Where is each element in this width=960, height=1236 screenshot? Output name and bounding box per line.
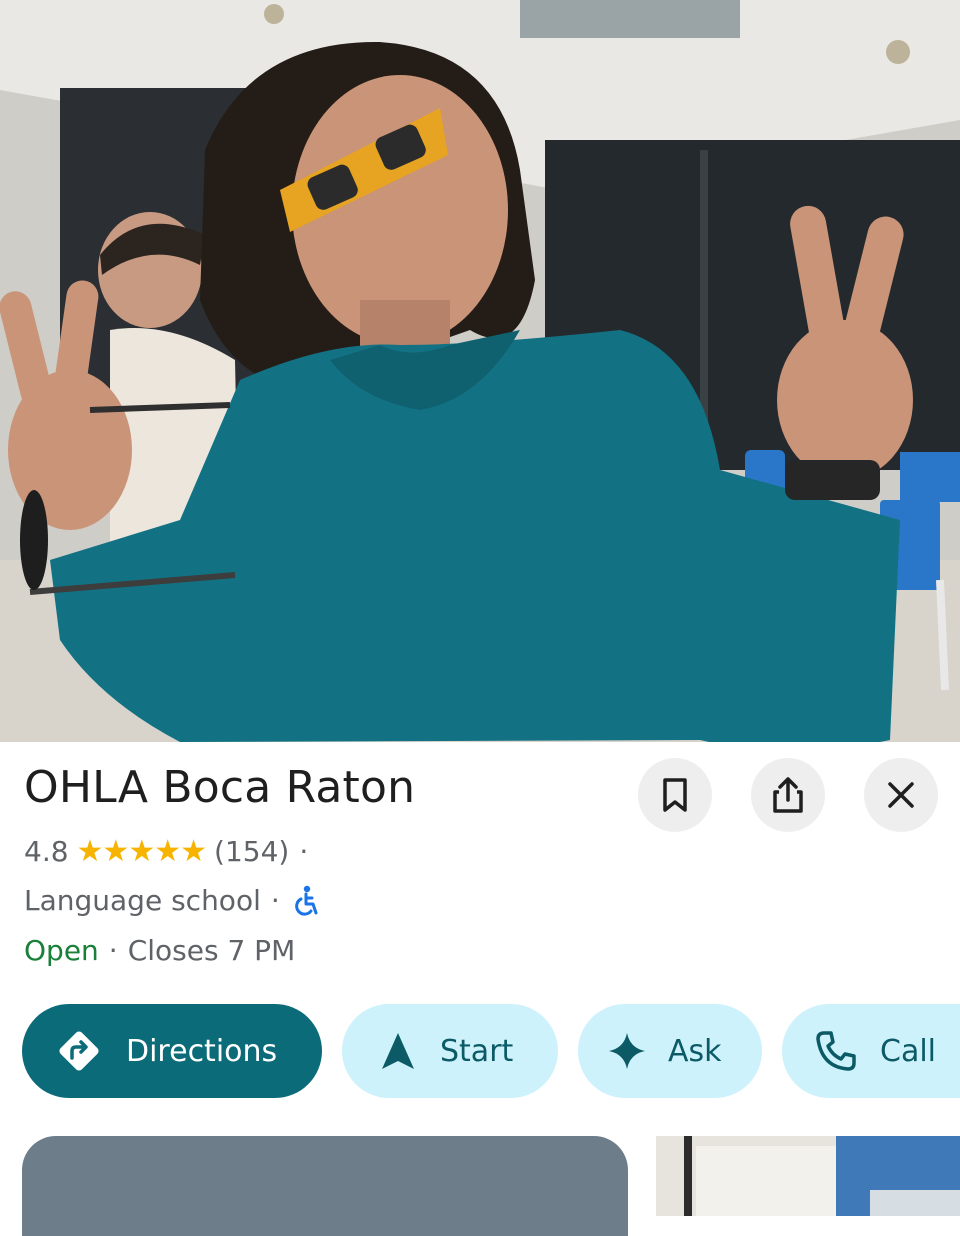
rating-value: 4.8 (24, 835, 69, 868)
open-status: Open (24, 934, 99, 967)
category-row: Language school · (24, 884, 320, 917)
rating-row[interactable]: 4.8 ★★★★★ (154) · (24, 834, 318, 869)
place-details-sheet: OHLA Boca Raton 4.8 ★★★★★ (154) · Langua… (0, 742, 960, 1236)
closing-time: Closes 7 PM (127, 934, 296, 967)
hours-row[interactable]: Open · Closes 7 PM (24, 934, 295, 967)
place-category: Language school (24, 884, 261, 917)
call-button[interactable]: Call (782, 1004, 960, 1098)
review-count: (154) (214, 835, 290, 868)
sparkle-icon (608, 1032, 646, 1070)
start-label: Start (440, 1033, 514, 1069)
category-separator: · (270, 884, 280, 917)
place-photo[interactable] (0, 0, 960, 742)
photo-thumbnail[interactable] (22, 1136, 628, 1236)
photo-thumbnail[interactable] (656, 1136, 960, 1216)
directions-label: Directions (126, 1033, 278, 1069)
hours-separator: · (108, 934, 118, 967)
phone-icon (814, 1029, 858, 1073)
share-icon (773, 777, 803, 813)
directions-button[interactable]: Directions (22, 1004, 322, 1098)
close-button[interactable] (864, 758, 938, 832)
thumbnail-illustration (656, 1136, 960, 1216)
ask-label: Ask (668, 1033, 722, 1069)
rating-separator: · (299, 835, 309, 868)
place-title: OHLA Boca Raton (24, 762, 416, 813)
call-label: Call (880, 1033, 937, 1069)
bookmark-icon (663, 778, 687, 812)
directions-icon (54, 1026, 104, 1076)
close-icon (888, 782, 914, 808)
navigation-arrow-icon (378, 1031, 418, 1071)
ask-button[interactable]: Ask (578, 1004, 762, 1098)
share-button[interactable] (751, 758, 825, 832)
wheelchair-icon (294, 885, 318, 916)
photo-illustration (0, 0, 960, 742)
rating-stars: ★★★★★ (76, 834, 207, 869)
start-button[interactable]: Start (342, 1004, 558, 1098)
save-button[interactable] (638, 758, 712, 832)
